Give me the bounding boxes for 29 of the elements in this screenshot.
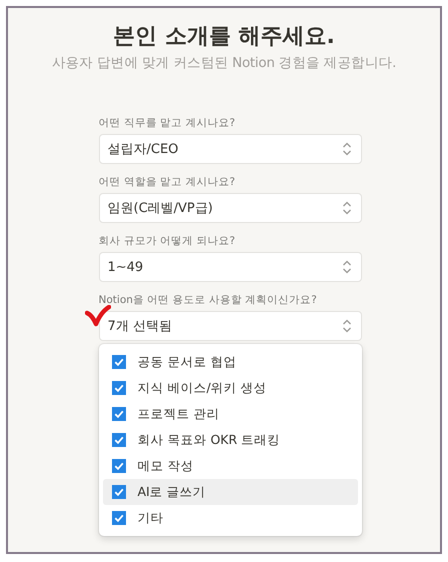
select-field[interactable]: 1~49 [98,252,362,282]
checkbox[interactable] [112,433,126,447]
chevron-updown-icon [342,142,352,156]
checkbox[interactable] [112,459,126,473]
checkbox[interactable] [112,407,126,421]
select-field[interactable]: 임원(C레벨/VP급) [98,193,362,223]
checkbox[interactable] [112,485,126,499]
option-item[interactable]: 메모 작성 [102,453,358,479]
option-item[interactable]: 공동 문서로 협업 [102,349,358,375]
field-label: Notion을 어떤 용도로 사용할 계획이신가요? [98,293,318,307]
select-field[interactable]: 7개 선택됨 [98,311,362,341]
field-label: 어떤 직무를 맡고 계시나요? [98,116,236,130]
option-item[interactable]: 회사 목표와 OKR 트래킹 [102,427,358,453]
checkbox[interactable] [112,355,126,369]
option-item[interactable]: AI로 글쓰기 [102,479,358,505]
chevron-updown-icon [342,319,352,333]
checkmark-annotation-icon [84,305,110,327]
option-item[interactable]: 프로젝트 관리 [102,401,358,427]
select-field[interactable]: 설립자/CEO [98,134,362,164]
option-item[interactable]: 기타 [102,505,358,531]
checkbox[interactable] [112,511,126,525]
field-label: 회사 규모가 어떻게 되나요? [98,234,236,248]
option-item[interactable]: 지식 베이스/위키 생성 [102,375,358,401]
chevron-updown-icon [342,260,352,274]
checkbox[interactable] [112,381,126,395]
field-label: 어떤 역할을 맡고 계시나요? [98,175,236,189]
page-subtitle: 사용자 답변에 맞게 커스텀된 Notion 경험을 제공합니다. [52,54,396,72]
chevron-updown-icon [342,201,352,215]
page-title: 본인 소개를 해주세요. [113,23,335,51]
